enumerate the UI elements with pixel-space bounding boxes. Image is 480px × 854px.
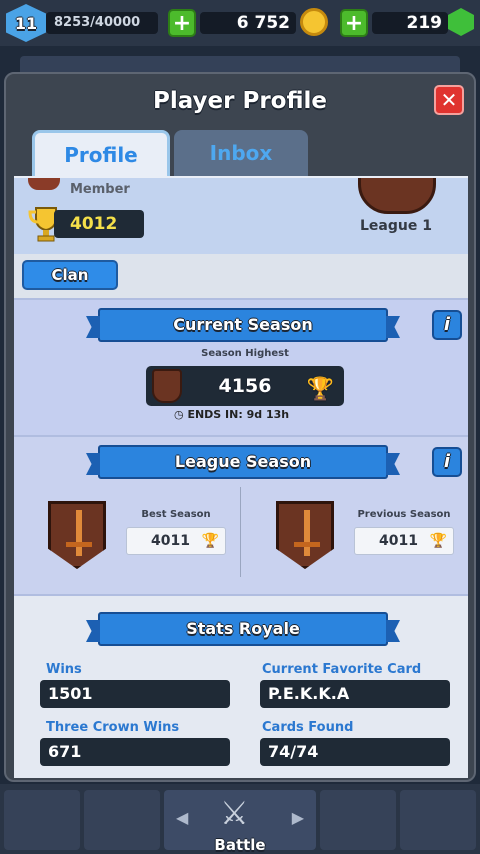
gold-count: 6 752 bbox=[200, 12, 296, 34]
wins-label: Wins bbox=[46, 662, 82, 677]
league-season-info-button[interactable]: i bbox=[432, 447, 462, 477]
gem-count: 219 bbox=[372, 12, 448, 34]
three-crown-wins-value: 671 bbox=[40, 738, 230, 766]
nav-battle-label: Battle bbox=[214, 836, 266, 854]
ends-in-text: ENDS IN: 9d 13h bbox=[187, 408, 290, 421]
previous-season-badge-icon bbox=[276, 501, 334, 569]
best-season-number: 4011 bbox=[151, 533, 190, 549]
favorite-card-value: P.E.K.K.A bbox=[260, 680, 450, 708]
arrow-right-icon[interactable]: ▶ bbox=[292, 808, 304, 827]
favorite-card-label: Current Favorite Card bbox=[262, 662, 422, 677]
current-season-section: Current Season i Season Highest 4156 🏆 ◷… bbox=[14, 298, 468, 435]
wins-value: 1501 bbox=[40, 680, 230, 708]
player-profile-modal: Player Profile ✕ Profile Inbox Member 40… bbox=[4, 72, 476, 782]
cards-found-label: Cards Found bbox=[262, 720, 354, 735]
league-badge-icon bbox=[358, 178, 436, 214]
league-season-section: League Season i Best Season 4011 🏆 Previ… bbox=[14, 435, 468, 594]
season-highest-label: Season Highest bbox=[201, 348, 289, 359]
previous-season-number: 4011 bbox=[379, 533, 418, 549]
nav-tournament-icon[interactable] bbox=[400, 790, 476, 850]
three-crown-wins-label: Three Crown Wins bbox=[46, 720, 180, 735]
league-season-banner: League Season bbox=[98, 445, 388, 479]
best-season-value: 4011 🏆 bbox=[126, 527, 226, 555]
arrow-left-icon[interactable]: ◀ bbox=[176, 808, 188, 827]
season-highest-value: 4156 🏆 bbox=[146, 366, 344, 406]
tab-profile[interactable]: Profile bbox=[32, 130, 170, 176]
stats-royale-banner: Stats Royale bbox=[98, 612, 388, 646]
nav-shop-icon[interactable] bbox=[4, 790, 80, 850]
player-info-section: Member 4012 League 1 bbox=[14, 178, 468, 254]
previous-season-label: Previous Season bbox=[357, 509, 451, 520]
clan-badge-icon bbox=[28, 178, 60, 190]
tab-inbox[interactable]: Inbox bbox=[174, 130, 308, 176]
nav-social-icon[interactable] bbox=[320, 790, 396, 850]
nav-battle[interactable]: ◀ ⚔ ▶ Battle bbox=[164, 790, 316, 854]
nav-cards-icon[interactable] bbox=[84, 790, 160, 850]
league-sword-icon bbox=[152, 369, 182, 403]
stats-royale-section: Stats Royale Wins 1501 Current Favorite … bbox=[14, 594, 468, 778]
clock-icon: ◷ bbox=[174, 408, 184, 421]
section-divider bbox=[240, 487, 241, 577]
current-season-banner: Current Season bbox=[98, 308, 388, 342]
crossed-swords-icon: ⚔ bbox=[220, 794, 249, 832]
close-x-icon: ✕ bbox=[440, 88, 458, 112]
modal-title: Player Profile bbox=[152, 88, 328, 114]
season-ends-timer: ◷ ENDS IN: 9d 13h bbox=[174, 408, 289, 421]
clan-role: Member bbox=[70, 182, 130, 197]
profile-panel: Member 4012 League 1 Clan Current Season… bbox=[14, 178, 468, 778]
level-badge: 11 bbox=[6, 4, 46, 42]
season-highest-number: 4156 bbox=[218, 375, 272, 397]
best-season-badge-icon bbox=[48, 501, 106, 569]
cards-found-value: 74/74 bbox=[260, 738, 450, 766]
previous-season-value: 4011 🏆 bbox=[354, 527, 454, 555]
status-bar: 11 8253/40000 + 6 752 + 219 bbox=[0, 0, 480, 46]
trophy-icon: 🏆 bbox=[429, 533, 447, 549]
add-gems-button[interactable]: + bbox=[340, 9, 368, 37]
clan-row: Clan bbox=[14, 254, 468, 298]
xp-bar: 8253/40000 bbox=[46, 12, 158, 34]
trophy-count: 4012 bbox=[54, 210, 144, 238]
trophy-icon: 🏆 bbox=[306, 377, 334, 402]
gold-coin-icon bbox=[300, 8, 328, 36]
gem-icon bbox=[448, 8, 474, 36]
current-season-info-button[interactable]: i bbox=[432, 310, 462, 340]
trophy-icon: 🏆 bbox=[201, 533, 219, 549]
close-button[interactable]: ✕ bbox=[434, 85, 464, 115]
best-season-label: Best Season bbox=[141, 509, 211, 520]
add-gold-button[interactable]: + bbox=[168, 9, 196, 37]
league-label: League 1 bbox=[360, 218, 432, 234]
clan-button[interactable]: Clan bbox=[22, 260, 118, 290]
bottom-nav: ◀ ⚔ ▶ Battle bbox=[0, 784, 480, 854]
